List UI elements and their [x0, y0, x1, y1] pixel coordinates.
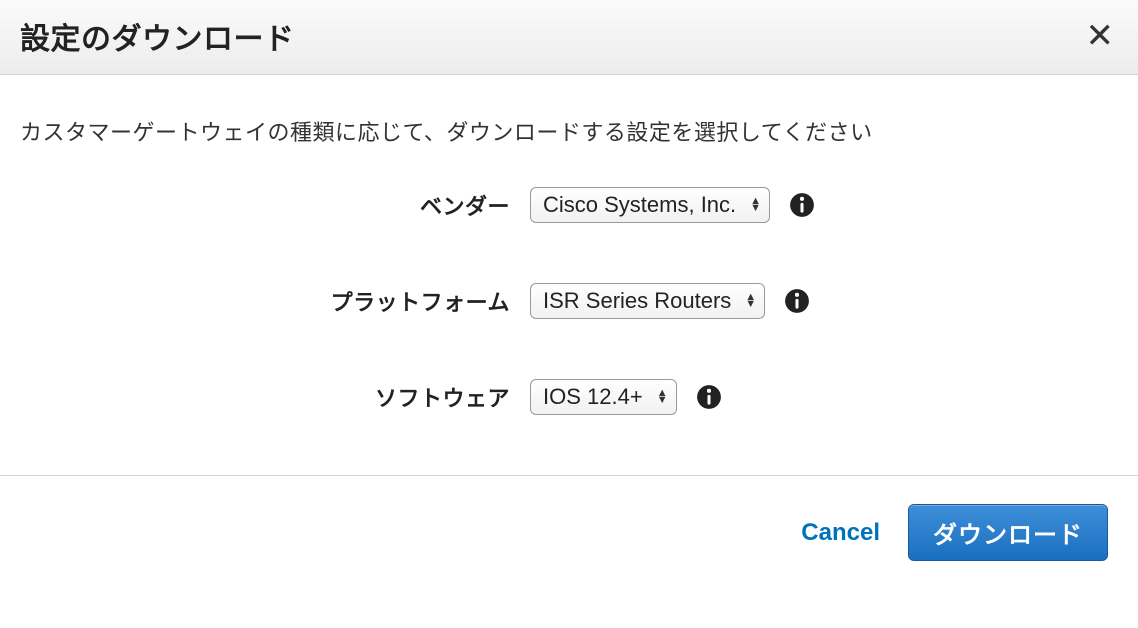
info-icon[interactable]	[783, 287, 811, 315]
software-select[interactable]: IOS 12.4+ ▲▼	[530, 379, 677, 415]
info-icon[interactable]	[695, 383, 723, 411]
updown-icon: ▲▼	[745, 294, 756, 308]
platform-select-wrap: ISR Series Routers ▲▼	[530, 283, 811, 319]
updown-icon: ▲▼	[657, 390, 668, 404]
dialog-title: 設定のダウンロード	[20, 14, 295, 58]
instruction-text: カスタマーゲートウェイの種類に応じて、ダウンロードする設定を選択してください	[20, 115, 1118, 147]
info-icon[interactable]	[788, 191, 816, 219]
platform-select[interactable]: ISR Series Routers ▲▼	[530, 283, 765, 319]
vendor-row: ベンダー Cisco Systems, Inc. ▲▼	[20, 187, 1118, 223]
vendor-label: ベンダー	[20, 189, 530, 221]
software-select-wrap: IOS 12.4+ ▲▼	[530, 379, 723, 415]
download-config-dialog: 設定のダウンロード ✕ カスタマーゲートウェイの種類に応じて、ダウンロードする設…	[0, 0, 1138, 581]
vendor-select-wrap: Cisco Systems, Inc. ▲▼	[530, 187, 816, 223]
vendor-select-value: Cisco Systems, Inc.	[543, 192, 746, 218]
platform-select-value: ISR Series Routers	[543, 288, 741, 314]
vendor-select[interactable]: Cisco Systems, Inc. ▲▼	[530, 187, 770, 223]
dialog-header: 設定のダウンロード ✕	[0, 0, 1138, 75]
software-row: ソフトウェア IOS 12.4+ ▲▼	[20, 379, 1118, 415]
download-button[interactable]: ダウンロード	[908, 504, 1108, 561]
dialog-footer: Cancel ダウンロード	[0, 475, 1138, 581]
platform-row: プラットフォーム ISR Series Routers ▲▼	[20, 283, 1118, 319]
software-select-value: IOS 12.4+	[543, 384, 653, 410]
cancel-button[interactable]: Cancel	[801, 519, 880, 547]
updown-icon: ▲▼	[750, 198, 761, 212]
dialog-body: カスタマーゲートウェイの種類に応じて、ダウンロードする設定を選択してください ベ…	[0, 75, 1138, 475]
software-label: ソフトウェア	[20, 381, 530, 413]
platform-label: プラットフォーム	[20, 285, 530, 317]
close-icon[interactable]: ✕	[1082, 19, 1119, 53]
